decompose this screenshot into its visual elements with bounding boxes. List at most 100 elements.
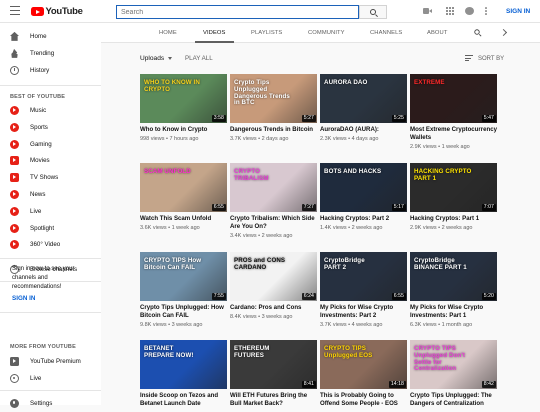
hamburger-menu-icon[interactable] [10,6,20,15]
sidebar-item-home[interactable]: Home [0,28,101,45]
search-input[interactable] [116,5,359,19]
video-duration: 7:07 [482,203,496,211]
video-title[interactable]: Crypto Tribalism: Which Side Are You On? [230,215,319,231]
video-title[interactable]: Most Extreme Cryptocurrency Wallets [410,126,499,142]
video-meta: 1.4K views • 2 weeks ago [320,225,383,231]
thumbnail-overlay-text: HACKING CRYPTO PART 1 [414,168,472,182]
thumbnail-overlay-text: CRYPTO TIPS Unplugged Don't Settle for C… [414,345,466,373]
channel-search-icon[interactable] [474,29,480,35]
video-thumbnail[interactable]: AURORA DAO 5:25 [320,74,407,123]
sidebar-item-gaming[interactable]: Gaming [0,136,101,153]
video-meta: 3.4K views • 2 weeks ago [230,233,293,239]
video-thumbnail[interactable]: BETANET PREPARE NOW! [140,340,227,389]
sidebar-item-tv-shows[interactable]: TV Shows [0,169,101,186]
youtube-logo[interactable]: YouTube [31,6,83,17]
video-thumbnail[interactable]: EXTREME 5:47 [410,74,497,123]
signin-button[interactable]: SIGN IN [506,8,530,15]
video-thumbnail[interactable]: ETHEREUM FUTURES 8:41 [230,340,317,389]
sidebar-item-label: News [30,190,46,198]
thumbnail-overlay-text: BOTS AND HACKS [324,168,382,175]
tab-about[interactable]: ABOUT [427,23,447,43]
video-title[interactable]: Hacking Cryptos: Part 2 [320,215,409,223]
video-thumbnail[interactable]: BOTS AND HACKS 5:17 [320,163,407,212]
thumbnail-overlay-text: AURORA DAO [324,79,368,86]
sidebar-item-live[interactable]: Live [0,203,101,220]
video-title[interactable]: Crypto Tips Unplugged: The Dangers of Ce… [410,392,499,408]
video-duration: 8:41 [302,380,316,388]
video-thumbnail[interactable]: Crypto Tips Unplugged Dangerous Trends i… [230,74,317,123]
video-thumbnail[interactable]: CryptoBridge PART 2 6:55 [320,252,407,301]
sidebar-signin-link[interactable]: SIGN IN [12,295,35,302]
thumbnail-overlay-text: BETANET PREPARE NOW! [144,345,194,359]
video-title[interactable]: Dangerous Trends in Bitcoin [230,126,319,134]
sidebar-item-movies[interactable]: Movies [0,152,101,169]
video-title[interactable]: Hacking Cryptos: Part 1 [410,215,499,223]
video-thumbnail[interactable]: CryptoBridge BINANCE PART 1 5:20 [410,252,497,301]
tab-channels[interactable]: CHANNELS [370,23,402,43]
video-title[interactable]: Cardano: Pros and Cons [230,304,319,312]
video-duration: 6:55 [212,203,226,211]
video-thumbnail[interactable]: SCAM UNFOLD 6:55 [140,163,227,212]
tab-playlists[interactable]: PLAYLISTS [251,23,282,43]
sidebar-item-360-video[interactable]: 360° Video [0,236,101,253]
video-duration: 5:27 [302,114,316,122]
video-title[interactable]: Will ETH Futures Bring the Bull Market B… [230,392,319,408]
video-duration: 14:18 [389,380,406,388]
video-duration: 3:58 [212,114,226,122]
video-meta: 8.4K views • 3 weeks ago [230,314,293,320]
sort-by-button[interactable]: SORT BY [465,55,504,63]
create-video-icon[interactable] [423,7,432,15]
sidebar-item-sports[interactable]: Sports [0,119,101,136]
tab-community[interactable]: COMMUNITY [308,23,345,43]
uploads-dropdown[interactable]: Uploads [140,55,173,62]
sidebar-item-news[interactable]: News [0,186,101,203]
tab-home[interactable]: HOME [159,23,177,43]
chevron-down-icon [168,57,173,60]
video-title[interactable]: Crypto Tips Unplugged: How Bitcoin Can F… [140,304,229,320]
video-title[interactable]: Inside Scoop on Tezos and Betanet Launch… [140,392,229,408]
video-thumbnail[interactable]: CRYPTO TIPS Unplugged EOS 14:18 [320,340,407,389]
sidebar-item-youtube-premium[interactable]: YouTube Premium [0,353,101,370]
guide-sidebar: Home Trending History BEST OF YOUTUBE Mu… [0,23,101,408]
sidebar-item-settings[interactable]: Settings [0,395,101,412]
video-thumbnail[interactable]: WHO TO KNOW IN CRYPTO 3:58 [140,74,227,123]
sort-by-label: SORT BY [478,55,505,62]
logo-text: YouTube [45,6,83,17]
tab-videos[interactable]: VIDEOS [203,23,226,43]
sidebar-item-spotlight[interactable]: Spotlight [0,220,101,237]
spotlight-icon [10,223,19,233]
sidebar-item-live-broadcast[interactable]: Live [0,370,101,387]
thumbnail-overlay-text: CryptoBridge PART 2 [324,257,365,271]
sidebar-item-music[interactable]: Music [0,102,101,119]
video-title[interactable]: Watch This Scam Unfold [140,215,229,223]
video-title[interactable]: Who to Know in Crypto [140,126,229,134]
thumbnail-overlay-text: PROS and CONS CARDANO [234,257,286,271]
video-title[interactable]: This is Probably Going to Offend Some Pe… [320,392,409,408]
video-thumbnail[interactable]: HACKING CRYPTO PART 1 7:07 [410,163,497,212]
video-thumbnail[interactable]: CRYPTO TIPS How Bitcoin Can FAIL 7:55 [140,252,227,301]
sidebar-item-label: Gaming [30,140,52,148]
sidebar-item-label: Music [30,106,47,114]
apps-grid-icon[interactable] [446,7,455,15]
sidebar-item-label: Live [30,207,42,215]
video-title[interactable]: My Picks for Wise Crypto Investments: Pa… [410,304,499,320]
video-thumbnail[interactable]: PROS and CONS CARDANO 6:24 [230,252,317,301]
video-duration: 7:27 [302,203,316,211]
video-duration: 7:55 [212,292,226,300]
more-options-icon[interactable] [485,7,487,15]
gaming-icon [10,139,19,149]
video-duration: 5:17 [392,203,406,211]
divider [0,85,101,86]
sidebar-item-history[interactable]: History [0,62,101,79]
sidebar-item-trending[interactable]: Trending [0,45,101,62]
sidebar-section-heading: MORE FROM YOUTUBE [10,344,76,350]
video-meta: 2.9K views • 1 week ago [410,144,470,150]
video-title[interactable]: My Picks for Wise Crypto Investments: Pa… [320,304,409,320]
video-thumbnail[interactable]: CRYPTO TRIBALISM 7:27 [230,163,317,212]
video-duration: 5:47 [482,114,496,122]
video-title[interactable]: AuroraDAO (AURA): Undervalued? [320,126,409,134]
messages-icon[interactable] [465,7,474,15]
play-all-button[interactable]: PLAY ALL [185,55,213,62]
video-thumbnail[interactable]: CRYPTO TIPS Unplugged Don't Settle for C… [410,340,497,389]
search-button[interactable] [359,5,387,19]
